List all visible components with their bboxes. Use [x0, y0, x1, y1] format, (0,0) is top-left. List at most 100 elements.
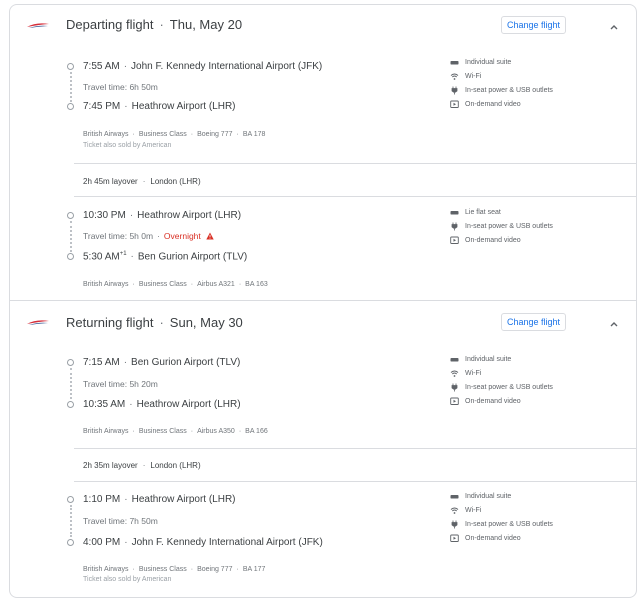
- returning-date: Sun, May 30: [169, 315, 243, 330]
- sold-by: Ticket also sold by American: [83, 576, 172, 583]
- amenity-item: Wi-Fi: [450, 72, 481, 81]
- power-plug-icon: [451, 520, 458, 529]
- seat-icon: [450, 358, 459, 362]
- cabin-class: Business Class: [138, 131, 187, 138]
- section-divider: [10, 300, 636, 301]
- dep-airport: John F. Kennedy International Airport (J…: [131, 61, 323, 72]
- arrival-stop: 5:30 AM+1 · Ben Gurion Airport (TLV): [83, 251, 248, 263]
- itinerary-card: Departing flight · Thu, May 20 Change flig…: [9, 4, 637, 598]
- amenity-label: On-demand video: [465, 237, 521, 244]
- amenity-label: On-demand video: [465, 101, 521, 108]
- arr-time: 4:00 PM: [83, 537, 121, 548]
- flight-number: BA 163: [245, 281, 268, 288]
- next-day-indicator: +1: [119, 251, 127, 257]
- amenity-item: On-demand video: [450, 397, 521, 406]
- airline-name: British Airways: [83, 566, 129, 573]
- arr-airport: Heathrow Airport (LHR): [131, 101, 236, 112]
- flight-details: British Airways · Business Class · Airbus A3…: [83, 281, 268, 288]
- arrival-stop: 7:45 PM · Heathrow Airport (LHR): [83, 101, 236, 112]
- dep-airport: Heathrow Airport (LHR): [137, 210, 242, 221]
- aircraft: Boeing 777: [197, 131, 233, 138]
- divider: [74, 196, 636, 197]
- airline-name: British Airways: [83, 428, 129, 435]
- video-screen-icon: [450, 534, 459, 542]
- timeline-dot: [67, 496, 74, 503]
- timeline-line: [70, 72, 72, 102]
- wifi-icon: [450, 507, 459, 514]
- departing-title: Departing flight: [66, 17, 154, 32]
- amenity-item: Individual suite: [450, 355, 511, 364]
- dep-airport: Heathrow Airport (LHR): [131, 494, 236, 505]
- british-airways-logo: [27, 320, 49, 325]
- layover-city: London (LHR): [150, 461, 201, 470]
- chevron-up-icon[interactable]: [608, 21, 620, 33]
- amenity-label: On-demand video: [465, 398, 521, 405]
- travel-time: Travel time: 5h 20m: [83, 379, 158, 389]
- airline-name: British Airways: [83, 131, 129, 138]
- seat-icon: [450, 495, 459, 499]
- departing-date: Thu, May 20: [169, 17, 243, 32]
- flight-details: British Airways · Business Class · Boeing 77…: [83, 566, 266, 573]
- dep-time: 7:55 AM: [83, 61, 120, 72]
- video-screen-icon: [450, 397, 459, 405]
- amenity-label: Wi-Fi: [465, 507, 482, 514]
- chevron-up-icon[interactable]: [608, 318, 620, 330]
- dep-time: 10:30 PM: [83, 210, 126, 221]
- flight-number: BA 177: [242, 566, 266, 573]
- seat-icon: [450, 211, 459, 215]
- amenity-label: In-seat power & USB outlets: [465, 223, 553, 230]
- amenity-label: In-seat power & USB outlets: [465, 521, 553, 528]
- amenity-item: On-demand video: [450, 534, 521, 543]
- flight-number: BA 166: [245, 428, 268, 435]
- arr-time: 10:35 AM: [83, 399, 126, 410]
- travel-time-row: Travel time: 5h 0m · Overnight: [83, 231, 214, 241]
- amenity-item: Individual suite: [450, 492, 511, 501]
- amenity-item: Wi-Fi: [450, 369, 481, 378]
- timeline-dot: [67, 359, 74, 366]
- amenity-label: In-seat power & USB outlets: [465, 384, 553, 391]
- amenity-label: Individual suite: [465, 493, 512, 500]
- amenity-label: Individual suite: [465, 356, 512, 363]
- departure-stop: 10:30 PM · Heathrow Airport (LHR): [83, 210, 242, 221]
- cabin-class: Business Class: [138, 428, 187, 435]
- overnight-label: Overnight: [163, 231, 201, 241]
- travel-time: Travel time: 6h 50m: [83, 82, 158, 92]
- timeline-line: [70, 368, 72, 399]
- amenity-label: Wi-Fi: [465, 73, 482, 80]
- timeline-dot: [67, 539, 74, 546]
- timeline-dot: [67, 253, 74, 260]
- british-airways-logo: [27, 23, 49, 28]
- video-screen-icon: [450, 100, 459, 108]
- arr-time: 5:30 AM: [83, 251, 120, 263]
- returning-header-title: Returning flight · Sun, May 30: [66, 315, 243, 330]
- timeline-dot: [67, 212, 74, 219]
- departure-stop: 1:10 PM · Heathrow Airport (LHR): [83, 494, 236, 505]
- flight-number: BA 178: [242, 131, 266, 138]
- timeline-line: [70, 221, 72, 252]
- arr-airport: Heathrow Airport (LHR): [136, 399, 241, 410]
- amenity-item: In-seat power & USB outlets: [450, 520, 553, 529]
- dep-time: 7:15 AM: [83, 357, 120, 368]
- cabin-class: Business Class: [138, 566, 187, 573]
- divider: [74, 448, 636, 449]
- amenity-item: Individual suite: [450, 58, 511, 67]
- travel-time: Travel time: 5h 0m: [83, 231, 154, 241]
- departing-header-title: Departing flight · Thu, May 20: [66, 17, 243, 32]
- divider: [74, 163, 636, 164]
- airline-name: British Airways: [83, 281, 129, 288]
- arrival-stop: 10:35 AM · Heathrow Airport (LHR): [83, 399, 241, 410]
- aircraft: Airbus A350: [197, 428, 235, 435]
- amenity-item: In-seat power & USB outlets: [450, 86, 553, 95]
- sold-by: Ticket also sold by American: [83, 142, 172, 149]
- timeline-dot: [67, 401, 74, 408]
- departure-stop: 7:15 AM · Ben Gurion Airport (TLV): [83, 357, 241, 368]
- change-departing-flight-button[interactable]: Change flight: [501, 16, 567, 34]
- amenity-item: In-seat power & USB outlets: [450, 383, 553, 392]
- power-plug-icon: [451, 383, 458, 392]
- change-returning-flight-button[interactable]: Change flight: [501, 313, 567, 331]
- seat-icon: [450, 61, 459, 65]
- flight-details: British Airways · Business Class · Boeing 77…: [83, 131, 266, 138]
- cabin-class: Business Class: [138, 281, 187, 288]
- timeline-dot: [67, 103, 74, 110]
- returning-title: Returning flight: [66, 315, 154, 330]
